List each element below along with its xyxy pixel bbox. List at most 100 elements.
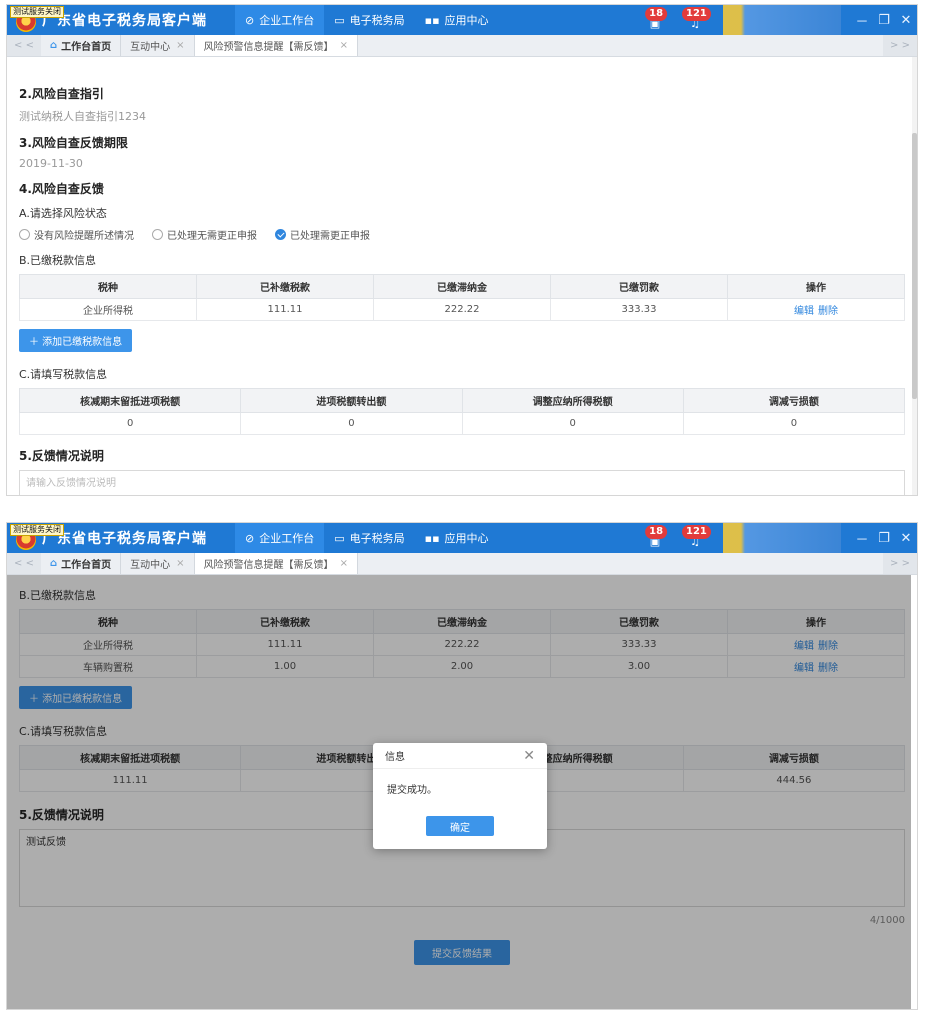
tab-close-icon[interactable]: × <box>340 40 348 51</box>
column-header: 调减亏损额 <box>682 388 906 413</box>
tab-risk-warning[interactable]: 风险预警信息提醒【需反馈】 × <box>194 553 358 574</box>
tab-workbench-home[interactable]: ⌂ 工作台首页 <box>41 553 122 574</box>
nav-enterprise-workbench[interactable]: ⊘ 企业工作台 <box>235 523 325 553</box>
title-bar: 测试服务关闭 广东省电子税务局客户端 ⊘ 企业工作台 ▭ 电子税务局 ▪▪ 应用中心 … <box>7 523 917 553</box>
tab-interaction-center[interactable]: 互动中心 × <box>121 35 195 56</box>
radio-no-risk[interactable]: 没有风险提醒所述情况 <box>19 227 134 242</box>
success-dialog: 信息 ✕ 提交成功。 确定 <box>373 743 547 849</box>
notifications-button[interactable]: 121 ♫ <box>682 5 711 35</box>
home-icon: ⌂ <box>50 558 58 569</box>
messages-badge: 18 <box>645 7 668 21</box>
minimize-button[interactable]: － <box>851 11 873 30</box>
test-service-tag: 测试服务关闭 <box>10 6 64 18</box>
monitor-icon: ▭ <box>334 13 345 27</box>
notifications-button[interactable]: 121 ♫ <box>682 523 711 553</box>
dialog-header: 信息 ✕ <box>373 743 547 769</box>
nav-app-center[interactable]: ▪▪ 应用中心 <box>415 5 499 35</box>
delete-link[interactable]: 删除 <box>818 306 838 317</box>
paid-tax-info-label: B.已缴税款信息 <box>19 254 97 267</box>
radio-circle[interactable] <box>19 229 30 240</box>
column-header: 税种 <box>19 274 197 299</box>
close-window-button[interactable]: ✕ <box>895 531 917 546</box>
editable-cell[interactable]: 0 <box>461 412 684 435</box>
restore-button[interactable]: ❐ <box>873 13 895 28</box>
monitor-icon: ▭ <box>334 531 345 545</box>
title-bar-right: 18 ▣ 121 ♫ － ❐ ✕ <box>643 5 917 35</box>
column-header: 操作 <box>727 274 905 299</box>
radio-handled-no-correction[interactable]: 已处理无需更正申报 <box>152 227 257 242</box>
dialog-message: 提交成功。 <box>387 785 437 796</box>
messages-badge: 18 <box>645 525 668 539</box>
confirm-button[interactable]: 确定 <box>426 816 494 836</box>
tab-workbench-home[interactable]: ⌂ 工作台首页 <box>41 35 122 56</box>
paid-tax-table: 税种 已补缴税款 已缴滞纳金 已缴罚款 操作 企业所得税 111.11 222.… <box>19 274 905 321</box>
section-title: 5.反馈情况说明 <box>19 449 104 463</box>
user-avatar-blurred[interactable] <box>723 523 841 553</box>
tab-interaction-center[interactable]: 互动中心 × <box>121 553 195 574</box>
risk-status-radio-group: 没有风险提醒所述情况 已处理无需更正申报 已处理需更正申报 <box>19 227 905 242</box>
screenshot-top: 测试服务关闭 广东省电子税务局客户端 ⊘ 企业工作台 ▭ 电子税务局 ▪▪ 应用中心 … <box>6 4 918 496</box>
tab-bar: < < ⌂ 工作台首页 互动中心 × 风险预警信息提醒【需反馈】 × > > <box>7 553 917 575</box>
home-icon: ⌂ <box>50 40 58 51</box>
grid-icon: ▪▪ <box>424 13 440 27</box>
edit-link[interactable]: 编辑 <box>794 306 814 317</box>
tab-close-icon[interactable]: × <box>340 558 348 569</box>
section-title: 4.风险自查反馈 <box>19 182 104 196</box>
column-header: 进项税额转出额 <box>240 388 463 413</box>
section-title: 2.风险自查指引 <box>19 87 104 101</box>
editable-cell[interactable]: 0 <box>240 412 463 435</box>
feedback-deadline-text: 2019-11-30 <box>19 157 83 170</box>
nav-e-tax-bureau[interactable]: ▭ 电子税务局 <box>324 523 414 553</box>
title-bar-right: 18 ▣ 121 ♫ － ❐ ✕ <box>643 523 917 553</box>
nav-e-tax-bureau[interactable]: ▭ 电子税务局 <box>324 5 414 35</box>
nav-enterprise-workbench[interactable]: ⊘ 企业工作台 <box>235 5 325 35</box>
tab-scroll-left-button[interactable]: < < <box>7 553 41 574</box>
risk-status-label: A.请选择风险状态 <box>19 207 107 220</box>
tab-close-icon[interactable]: × <box>176 40 184 51</box>
column-header: 已缴滞纳金 <box>373 274 551 299</box>
messages-button[interactable]: 18 ▣ <box>643 5 668 35</box>
close-icon[interactable]: ✕ <box>523 748 535 764</box>
column-header: 调整应纳所得税额 <box>461 388 684 413</box>
tax-adjust-table: 核减期末留抵进项税额 进项税额转出额 调整应纳所得税额 调减亏损额 0 0 0 … <box>18 388 906 435</box>
user-avatar-blurred[interactable] <box>723 5 841 35</box>
grid-icon: ▪▪ <box>424 531 440 545</box>
notifications-badge: 121 <box>682 525 711 539</box>
radio-circle[interactable] <box>152 229 163 240</box>
radio-handled-need-correction[interactable]: 已处理需更正申报 <box>275 227 370 242</box>
title-bar: 测试服务关闭 广东省电子税务局客户端 ⊘ 企业工作台 ▭ 电子税务局 ▪▪ 应用中心 … <box>7 5 917 35</box>
fill-tax-info-label: C.请填写税款信息 <box>19 368 108 381</box>
tab-risk-warning[interactable]: 风险预警信息提醒【需反馈】 × <box>194 35 358 56</box>
editable-cell[interactable]: 0 <box>18 412 242 435</box>
tab-scroll-right-button[interactable]: > > <box>883 35 917 56</box>
table-row: 0 0 0 0 <box>18 412 906 435</box>
column-header: 已补缴税款 <box>196 274 374 299</box>
dialog-title: 信息 <box>385 752 405 763</box>
scrollbar-thumb[interactable] <box>912 133 917 399</box>
nav-app-center[interactable]: ▪▪ 应用中心 <box>415 523 499 553</box>
radio-checked-icon[interactable] <box>275 229 286 240</box>
notifications-badge: 121 <box>682 7 711 21</box>
self-check-guide-text: 测试纳税人自查指引1234 <box>19 110 146 123</box>
app-title: 广东省电子税务局客户端 <box>42 531 207 547</box>
app-title: 广东省电子税务局客户端 <box>42 13 207 29</box>
compass-icon: ⊘ <box>245 13 255 27</box>
messages-button[interactable]: 18 ▣ <box>643 523 668 553</box>
restore-button[interactable]: ❐ <box>873 531 895 546</box>
table-row: 企业所得税 111.11 222.22 333.33 编辑 删除 <box>19 298 905 321</box>
feedback-textarea[interactable]: 请输入反馈情况说明 <box>19 470 905 495</box>
column-header: 已缴罚款 <box>550 274 728 299</box>
tab-scroll-left-button[interactable]: < < <box>7 35 41 56</box>
top-nav: ⊘ 企业工作台 ▭ 电子税务局 ▪▪ 应用中心 <box>235 5 499 35</box>
column-header: 核减期末留抵进项税额 <box>18 388 242 413</box>
tab-bar: < < ⌂ 工作台首页 互动中心 × 风险预警信息提醒【需反馈】 × > > <box>7 35 917 57</box>
test-service-tag: 测试服务关闭 <box>10 524 64 536</box>
editable-cell[interactable]: 0 <box>682 412 906 435</box>
close-window-button[interactable]: ✕ <box>895 13 917 28</box>
tab-close-icon[interactable]: × <box>176 558 184 569</box>
screenshot-bottom: 测试服务关闭 广东省电子税务局客户端 ⊘ 企业工作台 ▭ 电子税务局 ▪▪ 应用中心 … <box>6 522 918 1010</box>
vertical-scrollbar[interactable] <box>912 57 917 495</box>
tab-scroll-right-button[interactable]: > > <box>883 553 917 574</box>
minimize-button[interactable]: － <box>851 529 873 548</box>
add-paid-tax-button[interactable]: ＋ 添加已缴税款信息 <box>19 329 133 352</box>
